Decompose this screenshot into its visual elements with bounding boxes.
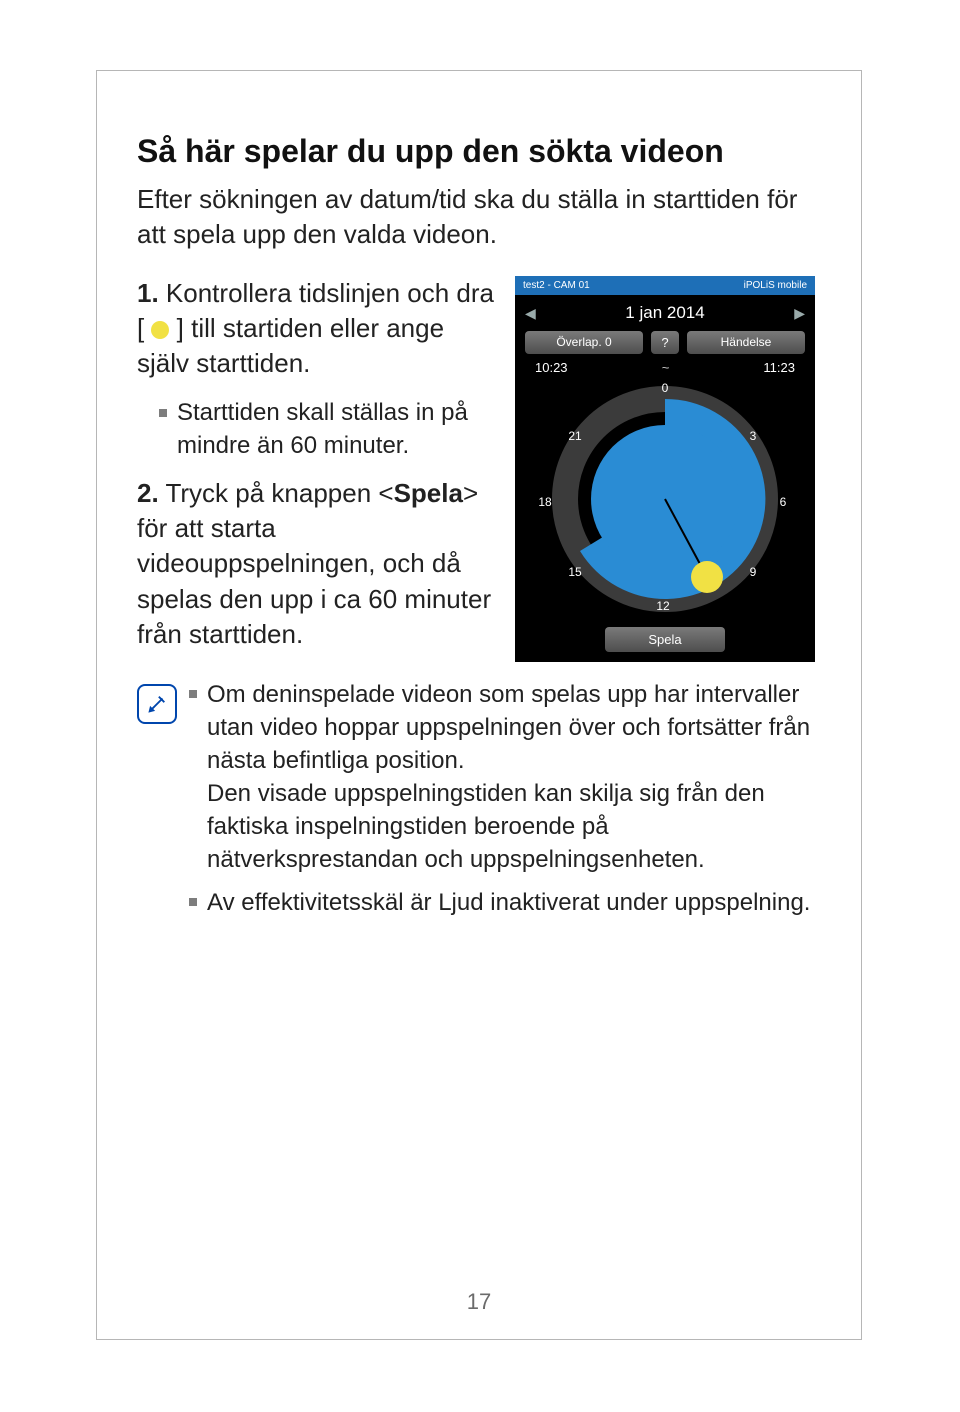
- current-date: 1 jan 2014: [625, 303, 704, 323]
- play-label-bold: Spela: [394, 478, 463, 508]
- step-2: 2. Tryck på knappen <Spela> för att star…: [137, 476, 497, 651]
- hour-0: 0: [655, 381, 675, 395]
- timeline-handle-icon: [151, 321, 169, 339]
- note-item-2: Av effektivitetsskäl är Ljud inaktiverat…: [189, 886, 821, 919]
- hour-3: 3: [743, 429, 763, 443]
- overlap-button[interactable]: Överlap. 0: [525, 331, 643, 354]
- note-block: Om deninspelade videon som spelas upp ha…: [137, 678, 821, 930]
- event-button[interactable]: Händelse: [687, 331, 805, 354]
- step-1-number: 1.: [137, 278, 159, 308]
- hour-12: 12: [653, 599, 673, 613]
- hour-21: 21: [565, 429, 585, 443]
- hour-9: 9: [743, 565, 763, 579]
- hour-15: 15: [565, 565, 585, 579]
- note-item-1: Om deninspelade videon som spelas upp ha…: [189, 678, 821, 877]
- date-next-arrow[interactable]: ▶: [794, 305, 805, 322]
- play-button[interactable]: Spela: [605, 627, 725, 652]
- help-button[interactable]: ?: [651, 331, 679, 354]
- clock-dial[interactable]: 0 3 6 9 12 15 18 21: [525, 379, 805, 619]
- phone-titlebar: test2 - CAM 01 iPOLiS mobile: [515, 276, 815, 295]
- hour-6: 6: [773, 495, 793, 509]
- note-1b: Den visade uppspelningstiden kan skilja …: [207, 780, 765, 873]
- phone-mockup: test2 - CAM 01 iPOLiS mobile ◀ 1 jan 201…: [515, 276, 815, 662]
- time-tilde: ~: [662, 360, 670, 375]
- page-number: 17: [97, 1289, 861, 1315]
- date-prev-arrow[interactable]: ◀: [525, 305, 536, 322]
- step-1: 1. Kontrollera tidslinjen och dra [ ] ti…: [137, 276, 497, 381]
- step-2-number: 2.: [137, 478, 159, 508]
- page-title: Så här spelar du upp den sökta videon: [137, 133, 821, 170]
- instructions-column: 1. Kontrollera tidslinjen och dra [ ] ti…: [137, 276, 497, 668]
- camera-label: test2 - CAM 01: [523, 280, 590, 291]
- step-1-subnote: Starttiden skall ställas in på mindre än…: [159, 397, 497, 462]
- note-icon: [137, 684, 177, 724]
- hour-18: 18: [535, 495, 555, 509]
- intro-paragraph: Efter sökningen av datum/tid ska du stäl…: [137, 182, 821, 252]
- app-brand: iPOLiS mobile: [744, 280, 807, 291]
- step-1-text-b: ] till startiden eller ange själv startt…: [137, 313, 444, 378]
- step-2-text-a: Tryck på knappen <: [165, 478, 393, 508]
- note-1a: Om deninspelade videon som spelas upp ha…: [207, 681, 810, 774]
- end-time: 11:23: [763, 360, 795, 375]
- start-time: 10:23: [535, 360, 568, 375]
